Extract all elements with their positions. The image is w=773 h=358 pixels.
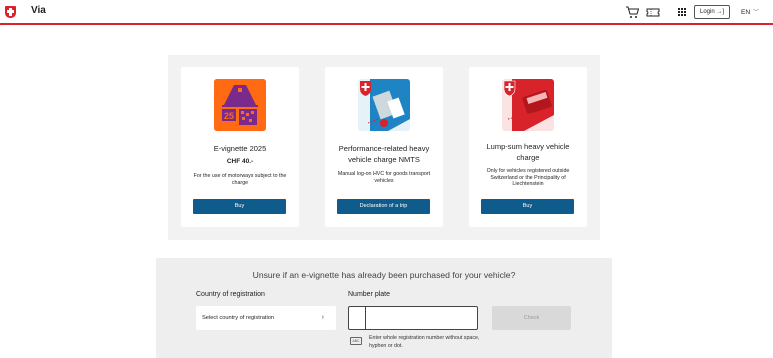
plate-hint-icon: ABC [350,337,362,345]
login-label: Login [699,9,715,15]
buy-lump-sum-button[interactable]: Buy [481,199,574,214]
language-selector[interactable]: EN ﹀ [741,7,759,16]
app-title[interactable]: Via [31,5,46,16]
login-button[interactable]: Login →] [694,5,730,19]
product-description: For the use of motorways subject to the … [193,173,287,186]
vignette-check-title: Unsure if an e-vignette has already been… [252,270,516,280]
ticket-icon[interactable] [646,6,660,19]
country-select-placeholder: Select country of registration [202,315,275,321]
number-plate-input[interactable] [348,306,478,330]
svg-text:25: 25 [224,111,234,121]
product-card-e-vignette: 25 E-vignette 2025 CHF 40.- For the use … [181,67,299,227]
country-select[interactable]: Select country of registration › [196,306,336,330]
country-label: Country of registration [196,291,265,298]
plate-hint-text: Enter whole registration number without … [369,335,480,349]
app-grid-icon[interactable] [678,8,686,16]
product-title: Lump-sum heavy vehicle charge [486,142,570,162]
declaration-of-trip-button[interactable]: Declaration of a trip [337,199,430,214]
product-card-lump-sum: Lump-sum heavy vehicle charge Only for v… [469,67,587,227]
swiss-flag-icon[interactable] [5,6,16,18]
top-navigation-bar: Via Login →] EN ﹀ [0,0,773,25]
product-title: Performance-related heavy vehicle charge… [338,144,430,164]
product-description: Manual log-on HVC for goods transport ve… [337,171,431,184]
chevron-down-icon: ﹀ [753,10,760,16]
truck-icon [358,79,410,131]
language-label: EN [741,9,751,16]
product-title: E-vignette 2025 [213,144,267,153]
motorway-vignette-icon: 25 [214,79,266,131]
check-button[interactable]: Check [492,306,571,330]
product-card-nmts: Performance-related heavy vehicle charge… [325,67,443,227]
product-price: CHF 40.- [226,158,254,165]
plate-divider [365,307,366,329]
bus-icon [502,79,554,131]
chevron-right-icon: › [321,314,324,321]
number-plate-label: Number plate [348,291,391,298]
cart-icon[interactable] [625,6,639,19]
buy-e-vignette-button[interactable]: Buy [193,199,286,214]
product-description: Only for vehicles registered outside Swi… [486,168,570,187]
login-icon: →] [716,9,725,15]
